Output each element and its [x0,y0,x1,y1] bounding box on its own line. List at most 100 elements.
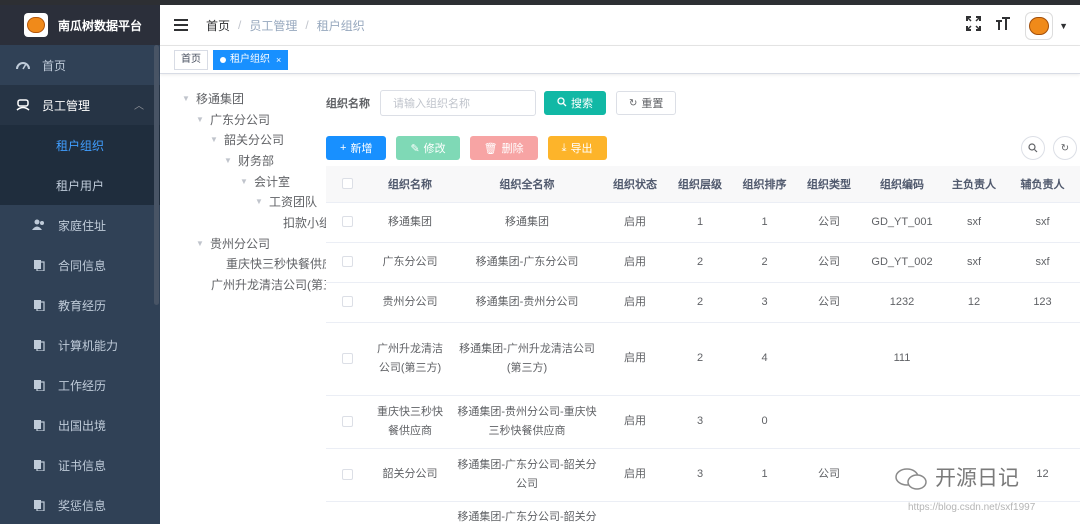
breadcrumb: 首页 / 员工管理 / 租户组织 [206,17,365,34]
sidebar-item-label: 出国出境 [58,418,107,433]
column-header[interactable]: 组织类型 [797,166,861,203]
add-button[interactable]: + 新增 [326,136,387,160]
avatar[interactable] [1025,11,1054,40]
caret-down-icon[interactable]: ▼ [240,177,254,186]
column-header[interactable]: 组织层级 [668,166,732,203]
caret-down-icon[interactable]: ▼ [224,156,238,165]
edit-button[interactable]: ✎ 修改 [396,136,460,160]
tree-node[interactable]: ▼ 工资团队 [176,191,326,212]
row-checkbox[interactable] [326,242,368,283]
reset-button[interactable]: ↻ 重置 [616,91,677,115]
org-name-input[interactable]: 请输入组织名称 [380,90,536,116]
tree-node[interactable]: ▼ 会计室 [176,171,326,192]
row-checkbox[interactable] [326,282,368,323]
search-button[interactable]: 搜索 [544,91,606,115]
document-icon [32,458,46,472]
caret-down-icon[interactable]: ▼ [255,197,269,206]
table-cell: 111 [861,322,943,396]
column-header[interactable]: 组织状态 [602,166,668,203]
document-icon [32,418,46,432]
app-title: 南瓜树数据平台 [58,18,143,33]
row-checkbox[interactable] [326,395,368,449]
table-row[interactable]: 广东分公司 移通集团-广东分公司 启用 2 2 公司 GD_YT_002 sxf… [326,242,1080,283]
table-row[interactable]: 广州升龙清洁公司(第三方) 移通集团-广州升龙清洁公司(第三方) 启用 2 4 … [326,322,1080,396]
sidebar-item-rewards[interactable]: 奖惩信息 [0,485,160,524]
column-header[interactable]: 组织排序 [732,166,797,203]
caret-down-icon[interactable]: ▼ [196,115,210,124]
sidebar-item-computer-skills[interactable]: 计算机能力 [0,325,160,365]
tree-node[interactable]: 扣款小组 [176,212,326,233]
breadcrumb-home[interactable]: 首页 [206,17,230,34]
row-checkbox[interactable] [326,202,368,243]
table-cell [602,501,668,524]
column-header[interactable]: 组织名称 [368,166,452,203]
tag-current[interactable]: 租户组织 × [213,49,289,70]
export-button[interactable]: ⤓ 导出 [547,136,607,160]
sidebar-item-tenant-org[interactable]: 租户组织 [0,125,160,165]
submenu-employee: 租户组织 租户用户 [0,125,160,205]
table-cell: 1232 [861,282,943,323]
sidebar-item-employee[interactable]: 员工管理 ︿ [0,85,160,125]
table-cell: 3 [732,282,797,323]
people-icon [32,218,46,232]
tree-node[interactable]: ▼ 广东分公司 [176,109,326,130]
tree-node[interactable]: ▼ 移通集团 [176,88,326,109]
table-cell: 重庆快三秒快餐供应商 [368,395,452,449]
select-all-checkbox[interactable] [326,166,368,203]
table-cell [797,501,861,524]
tree-node[interactable]: ▼ 韶关分公司 [176,129,326,150]
sidebar-item-label: 证书信息 [58,458,107,473]
close-icon[interactable]: × [276,51,281,69]
table-cell [1005,322,1080,396]
refresh-button[interactable]: ↻ [1053,136,1077,160]
column-header[interactable]: 主负责人 [943,166,1005,203]
caret-down-icon[interactable]: ▼ [1059,21,1068,31]
column-header[interactable]: 辅负责人 [1005,166,1080,203]
row-checkbox[interactable] [326,322,368,396]
table-cell: 移通集团 [452,202,602,243]
toggle-search-button[interactable] [1021,136,1045,160]
caret-down-icon[interactable]: ▼ [210,135,224,144]
row-checkbox[interactable] [326,448,368,502]
sidebar-scrollbar[interactable] [154,45,159,305]
column-header[interactable]: 组织全名称 [452,166,602,203]
delete-button[interactable]: 🗑 删除 [469,136,538,160]
sidebar-item-label: 家庭住址 [58,218,107,233]
chevron-up-icon: ︿ [134,101,144,112]
tag-home[interactable]: 首页 [174,49,208,70]
sidebar-item-label: 计算机能力 [58,338,119,353]
sidebar-item-work-history[interactable]: 工作经历 [0,365,160,405]
sidebar-item-contract[interactable]: 合同信息 [0,245,160,285]
fullscreen-icon[interactable] [966,16,982,35]
trash-icon: 🗑 [483,142,498,155]
edit-icon: ✎ [410,142,420,155]
row-checkbox[interactable] [326,501,368,524]
tree-node[interactable]: 广州升龙清洁公司(第三方) [176,274,326,295]
sidebar-item-address[interactable]: 家庭住址 [0,205,160,245]
sidebar-item-tenant-user[interactable]: 租户用户 [0,165,160,205]
tree-node[interactable]: ▼ 贵州分公司 [176,233,326,254]
brand[interactable]: 南瓜树数据平台 [0,5,160,45]
search-form: 组织名称 请输入组织名称 搜索 ↻ 重置 [326,90,677,116]
sidebar-item-home[interactable]: 首页 [0,45,160,85]
table-cell: 移通集团-广东分公司-韶关分公司 [452,448,602,502]
table-row[interactable]: 移通集团 移通集团 启用 1 1 公司 GD_YT_001 sxf sxf [326,202,1080,243]
table-cell: 1 [668,202,732,243]
sidebar-item-overseas[interactable]: 出国出境 [0,405,160,445]
tree-node[interactable]: ▼ 财务部 [176,150,326,171]
table-row[interactable]: 贵州分公司 移通集团-贵州分公司 启用 2 3 公司 1232 12 123 [326,282,1080,323]
watermark-url: https://blog.csdn.net/sxf1997 [908,502,1036,513]
table-cell: 启用 [602,242,668,283]
table-cell [861,395,943,449]
caret-down-icon[interactable]: ▼ [196,239,210,248]
table-row[interactable]: 重庆快三秒快餐供应商 移通集团-贵州分公司-重庆快三秒快餐供应商 启用 3 0 [326,395,1080,449]
tree-node[interactable]: 重庆快三秒快餐供应商 [176,254,326,275]
navbar-right: ▼ [966,5,1068,46]
sidebar-item-education[interactable]: 教育经历 [0,285,160,325]
sidebar-item-certificates[interactable]: 证书信息 [0,445,160,485]
column-header[interactable]: 组织编码 [861,166,943,203]
caret-down-icon[interactable]: ▼ [182,94,196,103]
table-cell: 2 [668,322,732,396]
font-size-icon[interactable] [995,16,1011,35]
hamburger-icon[interactable] [174,19,188,31]
